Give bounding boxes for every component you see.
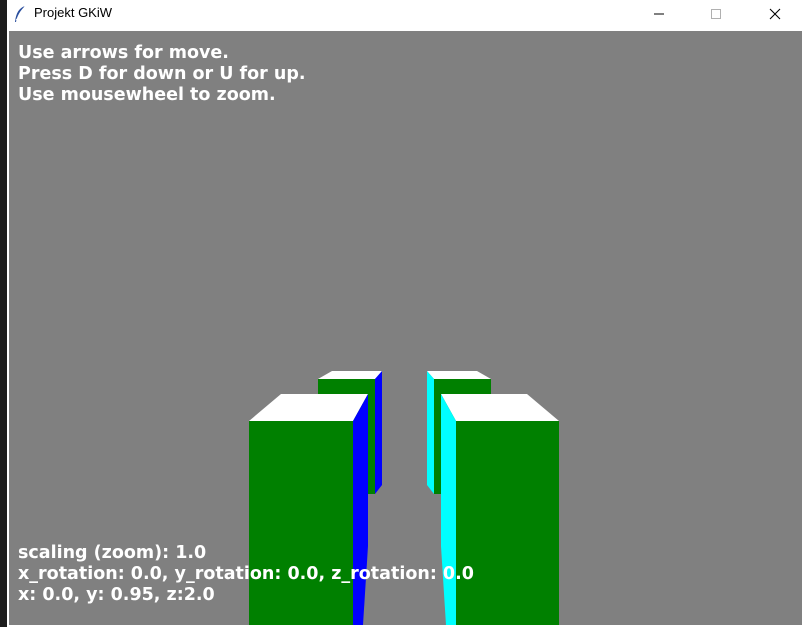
desktop-edge: [0, 0, 7, 627]
title-bar[interactable]: Projekt GKiW: [7, 0, 802, 28]
back-left-pillar-side: [375, 371, 382, 494]
close-button[interactable]: [752, 0, 798, 28]
close-icon: [769, 5, 781, 24]
status-text: scaling (zoom): 1.0 x_rotation: 0.0, y_ro…: [18, 543, 474, 606]
status-rotation: x_rotation: 0.0, y_rotation: 0.0, z_rota…: [18, 564, 474, 584]
back-left-pillar-top-full: [318, 371, 382, 379]
minimize-icon: [653, 5, 665, 24]
instructions-text: Use arrows for move. Press D for down or …: [18, 43, 306, 106]
maximize-icon: [710, 5, 722, 24]
scene-3d: [249, 371, 559, 625]
maximize-button[interactable]: [693, 0, 739, 28]
status-scaling: scaling (zoom): 1.0: [18, 543, 207, 563]
instruction-line-move: Use arrows for move.: [18, 43, 229, 63]
front-left-pillar-top: [249, 394, 368, 421]
feather-icon: [13, 5, 27, 23]
instruction-line-updown: Press D for down or U for up.: [18, 64, 306, 84]
game-canvas[interactable]: Use arrows for move. Press D for down or …: [9, 31, 802, 625]
back-right-pillar-side: [427, 371, 434, 494]
minimize-button[interactable]: [636, 0, 682, 28]
status-position: x: 0.0, y: 0.95, z:2.0: [18, 585, 215, 605]
app-window: Projekt GKiW Use arrows for move. Press …: [0, 0, 802, 627]
back-right-pillar-top: [427, 371, 491, 379]
front-right-pillar-top: [441, 394, 559, 421]
instruction-line-zoom: Use mousewheel to zoom.: [18, 85, 276, 105]
window-title: Projekt GKiW: [34, 5, 113, 20]
